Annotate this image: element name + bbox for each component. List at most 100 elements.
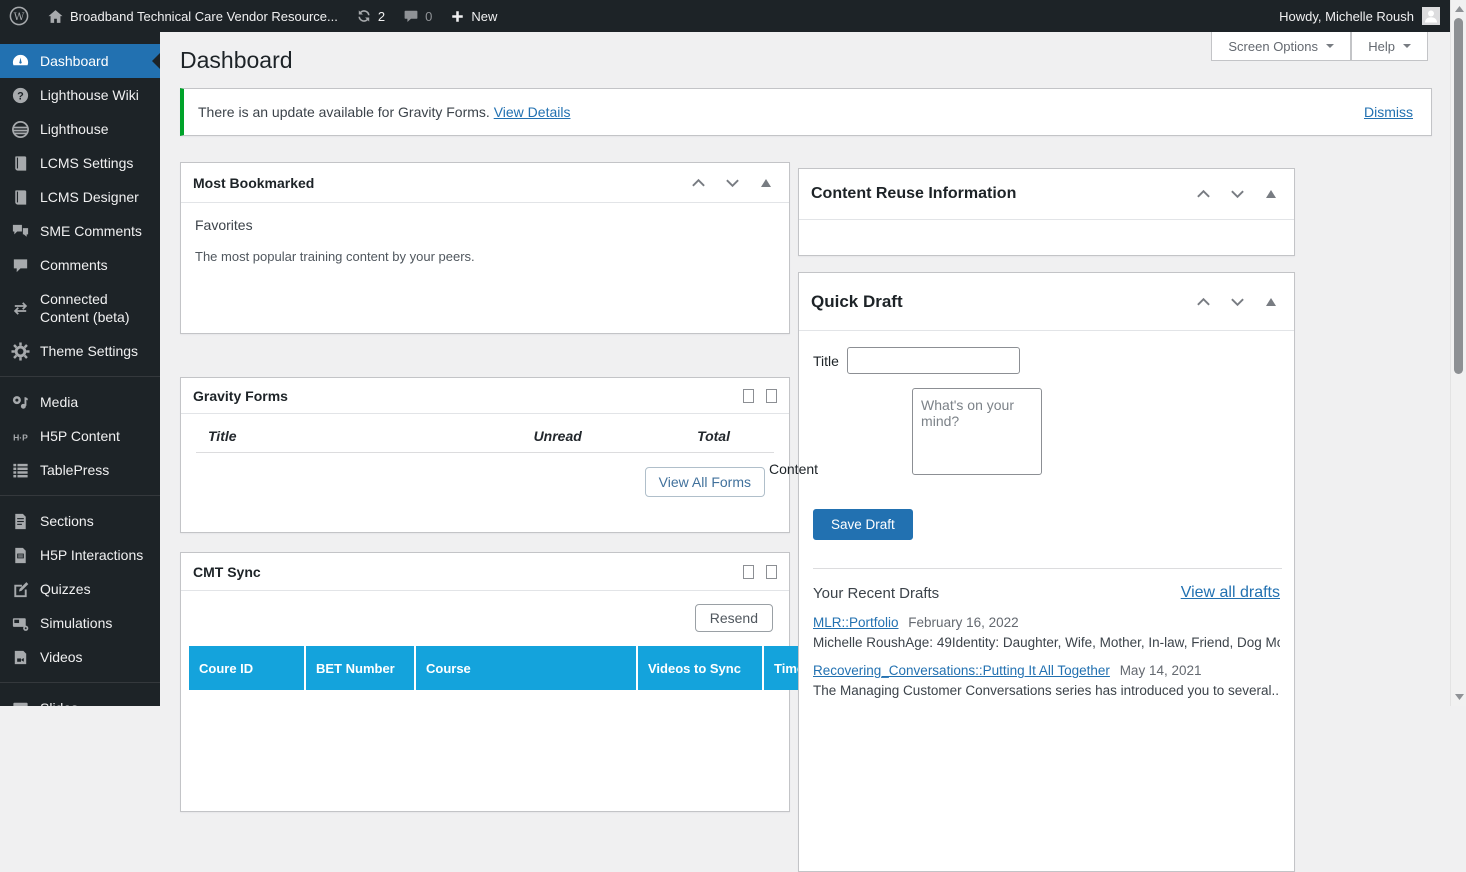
column-videos-to-sync: Videos to Sync	[636, 646, 763, 690]
content-label: Content	[769, 461, 819, 477]
sidebar-item-lighthouse-wiki[interactable]: ? Lighthouse Wiki	[0, 78, 160, 112]
unknown-glyph-icon[interactable]	[766, 388, 777, 403]
move-down-icon[interactable]	[721, 174, 743, 192]
sidebar-item-quizzes[interactable]: Quizzes	[0, 572, 160, 606]
sidebar-item-lighthouse[interactable]: Lighthouse	[0, 112, 160, 146]
draft-excerpt: The Managing Customer Conversations seri…	[813, 683, 1280, 698]
sidebar-item-label: Connected Content (beta)	[40, 290, 130, 325]
forms-table-header: Title Unread Total	[181, 414, 789, 452]
site-name-menu[interactable]: Broadband Technical Care Vendor Resource…	[38, 0, 347, 32]
sidebar-item-label: H5P Content	[40, 427, 120, 444]
sidebar-item-media[interactable]: Media	[0, 385, 160, 419]
dismiss-link[interactable]: Dismiss	[1364, 104, 1413, 120]
site-name: Broadband Technical Care Vendor Resource…	[70, 8, 338, 24]
sidebar-item-h5p-content[interactable]: H·P H5P Content	[0, 419, 160, 453]
sidebar-item-slides[interactable]: Slides	[0, 691, 160, 706]
sidebar-item-simulations[interactable]: Simulations	[0, 606, 160, 640]
sidebar-item-label: SME Comments	[40, 222, 142, 239]
cmt-sync-table: Coure ID BET Number Course Videos to Syn…	[189, 646, 888, 690]
widget-header[interactable]: CMT Sync	[181, 553, 789, 591]
widget-body: Resend Coure ID BET Number Course Videos…	[181, 591, 888, 690]
sidebar-item-label: Lighthouse	[40, 120, 109, 137]
resend-button[interactable]: Resend	[694, 604, 773, 632]
widget-title: Gravity Forms	[193, 387, 288, 404]
view-all-forms-button[interactable]: View All Forms	[644, 467, 765, 497]
widget-header[interactable]: Quick Draft	[799, 273, 1294, 331]
document-icon	[15, 513, 26, 529]
draft-content-textarea[interactable]	[912, 388, 1043, 475]
widget-header[interactable]: Most Bookmarked	[181, 163, 789, 203]
toggle-panel-icon[interactable]	[1260, 185, 1282, 203]
window-scrollbar[interactable]	[1450, 0, 1466, 706]
svg-text:?: ?	[17, 90, 24, 102]
sync-arrows-icon	[13, 301, 28, 315]
move-down-icon[interactable]	[1226, 185, 1248, 203]
draft-item: Recovering_Conversations::Putting It All…	[813, 663, 1280, 698]
my-account-menu[interactable]: Howdy, Michelle Roush	[1269, 0, 1450, 32]
move-up-icon[interactable]	[1192, 293, 1214, 311]
save-draft-button[interactable]: Save Draft	[813, 509, 913, 540]
widget-header[interactable]: Content Reuse Information	[799, 169, 1294, 220]
sidebar-item-lcms-settings[interactable]: LCMS Settings	[0, 146, 160, 180]
draft-title-link[interactable]: MLR::Portfolio	[813, 615, 899, 630]
screen-options-button[interactable]: Screen Options	[1211, 32, 1351, 61]
draft-title-input[interactable]	[846, 347, 1020, 374]
sidebar-item-label: LCMS Designer	[40, 188, 139, 205]
comments-menu[interactable]: 0	[394, 0, 441, 32]
draft-title-link[interactable]: Recovering_Conversations::Putting It All…	[813, 663, 1110, 678]
sidebar-item-videos[interactable]: Videos	[0, 640, 160, 674]
pencil-square-icon	[14, 581, 29, 597]
sidebar-item-comments[interactable]: Comments	[0, 248, 160, 282]
scroll-up-icon[interactable]	[1451, 2, 1466, 16]
wordpress-logo-menu[interactable]: W	[0, 0, 38, 32]
column-coure-id: Coure ID	[189, 646, 305, 690]
sidebar-item-lcms-designer[interactable]: LCMS Designer	[0, 180, 160, 214]
help-label: Help	[1368, 38, 1395, 54]
move-down-icon[interactable]	[1226, 293, 1248, 311]
widget-title: CMT Sync	[193, 563, 261, 580]
move-up-icon[interactable]	[687, 174, 709, 192]
favorites-heading: Favorites	[195, 217, 253, 233]
avatar	[1422, 7, 1440, 25]
howdy-text: Howdy, Michelle Roush	[1279, 8, 1414, 24]
recent-drafts-heading: Your Recent Drafts	[813, 584, 940, 602]
chevron-down-icon	[1403, 44, 1411, 52]
screen-options-label: Screen Options	[1228, 38, 1318, 54]
sidebar-item-label: Lighthouse Wiki	[40, 86, 139, 103]
svg-text:H·P: H·P	[13, 432, 28, 442]
scroll-down-icon[interactable]	[1451, 690, 1466, 704]
sidebar-item-sections[interactable]: Sections	[0, 504, 160, 538]
comment-bubble-icon	[404, 10, 418, 22]
video-screen-icon	[12, 617, 29, 631]
toggle-panel-icon[interactable]	[755, 174, 777, 192]
quick-draft-widget: Quick Draft Title Content	[769, 272, 1295, 872]
sidebar-item-sme-comments[interactable]: SME Comments	[0, 214, 160, 248]
slides-icon	[13, 702, 28, 706]
h5p-icon: H·P	[13, 432, 28, 442]
toggle-panel-icon[interactable]	[1260, 293, 1282, 311]
unknown-glyph-icon[interactable]	[743, 388, 754, 403]
unknown-glyph-icon[interactable]	[743, 564, 754, 579]
comments-pair-icon	[12, 224, 29, 237]
column-course: Course	[414, 646, 637, 690]
sidebar-item-h5p-interactions[interactable]: H5P Interactions	[0, 538, 160, 572]
draft-item: MLR::Portfolio February 16, 2022 Michell…	[813, 615, 1280, 650]
sidebar-item-dashboard[interactable]: Dashboard	[0, 44, 160, 78]
gravity-forms-widget: Gravity Forms Title Unread Total View Al…	[180, 377, 790, 533]
help-button[interactable]: Help	[1351, 32, 1428, 61]
sidebar-item-theme-settings[interactable]: Theme Settings	[0, 334, 160, 368]
updates-menu[interactable]: 2	[347, 0, 394, 32]
sidebar-item-tablepress[interactable]: TablePress	[0, 453, 160, 487]
view-details-link[interactable]: View Details	[494, 104, 571, 120]
scrollbar-thumb[interactable]	[1454, 18, 1463, 374]
update-icon	[358, 10, 370, 22]
sidebar-item-connected-content[interactable]: Connected Content (beta)	[0, 282, 160, 334]
sidebar-item-label: Quizzes	[40, 580, 91, 597]
new-menu[interactable]: New	[441, 0, 506, 32]
unknown-glyph-icon[interactable]	[766, 564, 777, 579]
move-up-icon[interactable]	[1192, 185, 1214, 203]
draft-date: May 14, 2021	[1119, 663, 1202, 678]
view-all-drafts-link[interactable]: View all drafts	[1181, 584, 1280, 602]
document-screen-icon	[15, 547, 26, 563]
widget-header[interactable]: Gravity Forms	[181, 378, 789, 414]
